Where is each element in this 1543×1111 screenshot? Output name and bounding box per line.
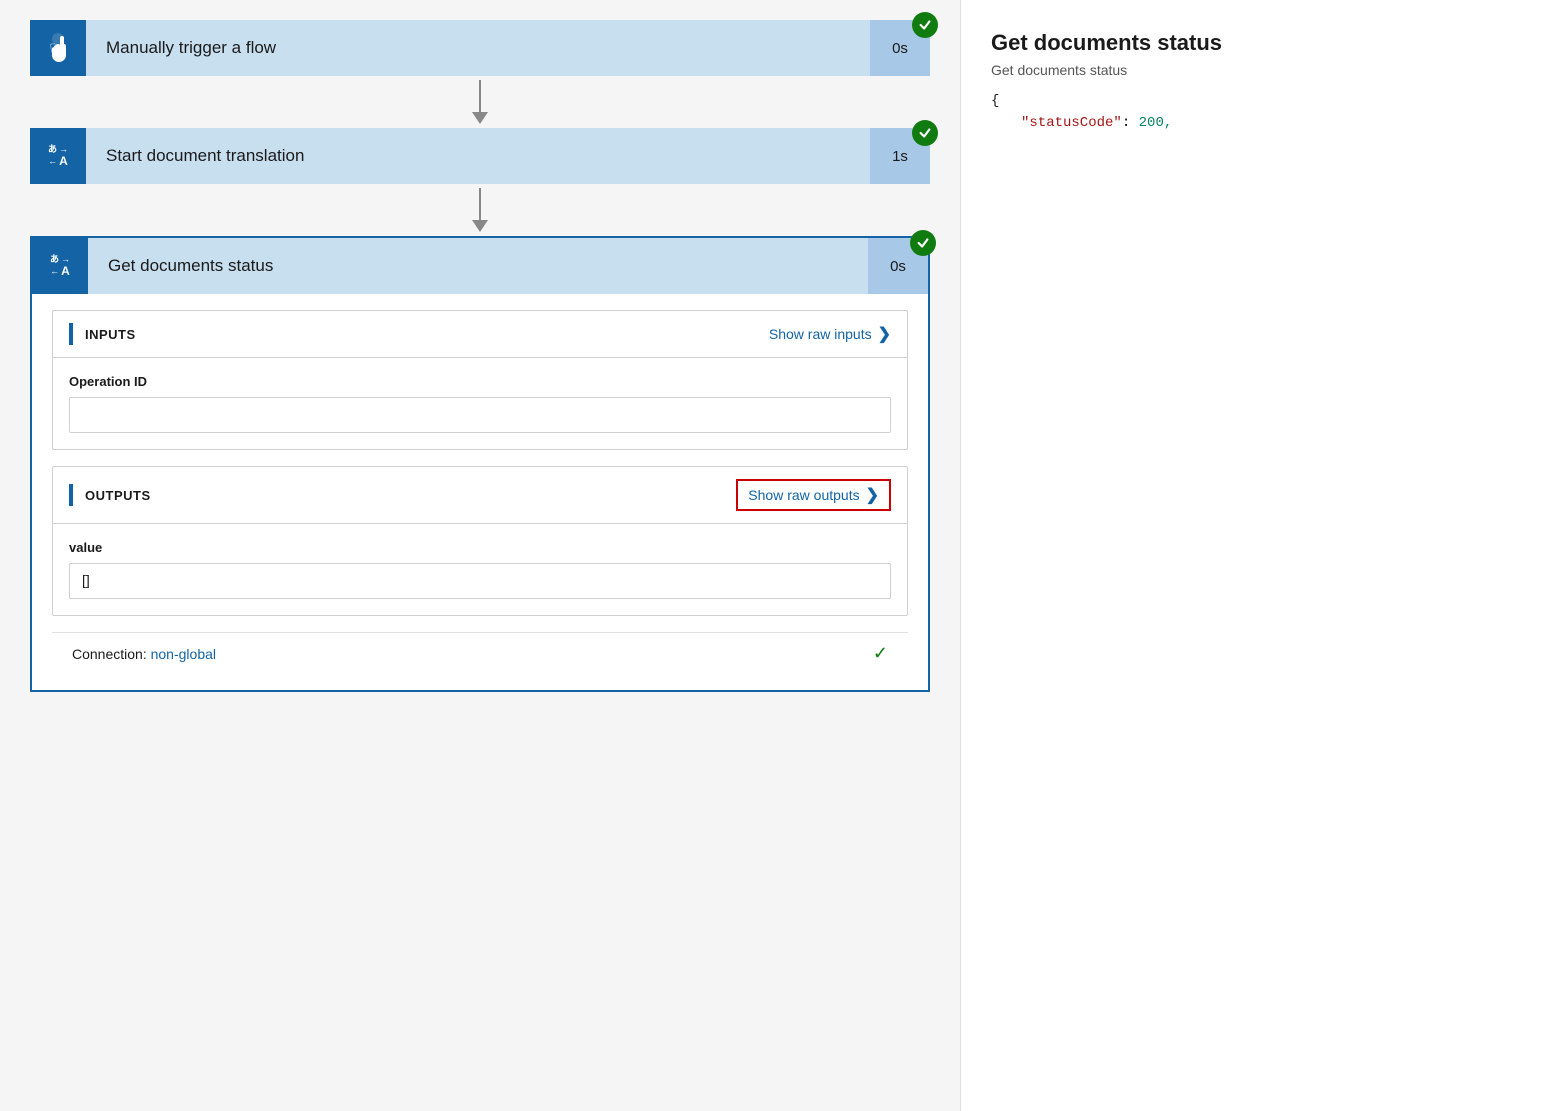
status-code-value: 200, bbox=[1139, 115, 1173, 131]
connection-check-icon: ✓ bbox=[873, 643, 888, 664]
show-raw-inputs-button[interactable]: Show raw inputs ❯ bbox=[769, 324, 891, 344]
operation-id-field[interactable] bbox=[69, 397, 891, 433]
panel-subtitle: Get documents status bbox=[991, 62, 1513, 78]
show-raw-outputs-button[interactable]: Show raw outputs ❯ bbox=[736, 479, 891, 511]
step-trigger-label: Manually trigger a flow bbox=[86, 20, 870, 76]
step-translate-check bbox=[912, 120, 938, 146]
right-panel: Get documents status Get documents statu… bbox=[960, 0, 1543, 1111]
connection-label: Connection: bbox=[72, 646, 147, 662]
step-status-check bbox=[910, 230, 936, 256]
inputs-box: INPUTS Show raw inputs ❯ Operation ID bbox=[52, 310, 908, 450]
step-trigger: ☞ Manually trigger a flow 0s bbox=[30, 20, 930, 76]
translate-icon-2: あ → ← A bbox=[32, 238, 88, 294]
inputs-accent bbox=[69, 323, 73, 345]
status-code-key: "statusCode" bbox=[1021, 115, 1122, 131]
chevron-right-icon-inputs: ❯ bbox=[878, 324, 891, 344]
step-status: あ → ← A Get documents status 0s bbox=[30, 236, 930, 692]
chevron-right-icon-outputs: ❯ bbox=[866, 485, 879, 505]
outputs-box: OUTPUTS Show raw outputs ❯ value [] bbox=[52, 466, 908, 616]
outputs-content: value [] bbox=[53, 524, 907, 615]
trigger-icon: ☞ bbox=[30, 20, 86, 76]
connection-link[interactable]: non-global bbox=[151, 646, 216, 662]
value-label: value bbox=[69, 540, 891, 555]
value-field: [] bbox=[69, 563, 891, 599]
inputs-content: Operation ID bbox=[53, 358, 907, 449]
code-block: { "statusCode": 200, bbox=[991, 90, 1513, 135]
hand-svg: ☞ bbox=[42, 32, 74, 64]
operation-id-label: Operation ID bbox=[69, 374, 891, 389]
step-translate: あ → ← A Start document translation 1s bbox=[30, 128, 930, 184]
connection-row: Connection: non-global ✓ bbox=[52, 632, 908, 674]
outputs-title: OUTPUTS bbox=[85, 488, 151, 503]
inputs-header: INPUTS Show raw inputs ❯ bbox=[53, 311, 907, 358]
inputs-title: INPUTS bbox=[85, 327, 136, 342]
step-status-label: Get documents status bbox=[88, 238, 868, 294]
inputs-section: INPUTS Show raw inputs ❯ Operation ID bbox=[32, 294, 928, 690]
panel-title: Get documents status bbox=[991, 30, 1513, 56]
svg-text:☞: ☞ bbox=[49, 38, 65, 58]
step-trigger-check bbox=[912, 12, 938, 38]
connector-1 bbox=[30, 76, 930, 128]
connector-2 bbox=[30, 184, 930, 236]
translate-icon-1: あ → ← A bbox=[30, 128, 86, 184]
step-translate-label: Start document translation bbox=[86, 128, 870, 184]
open-brace: { bbox=[991, 93, 999, 109]
outputs-accent bbox=[69, 484, 73, 506]
outputs-header: OUTPUTS Show raw outputs ❯ bbox=[53, 467, 907, 524]
step-status-header: あ → ← A Get documents status 0s bbox=[32, 238, 928, 294]
